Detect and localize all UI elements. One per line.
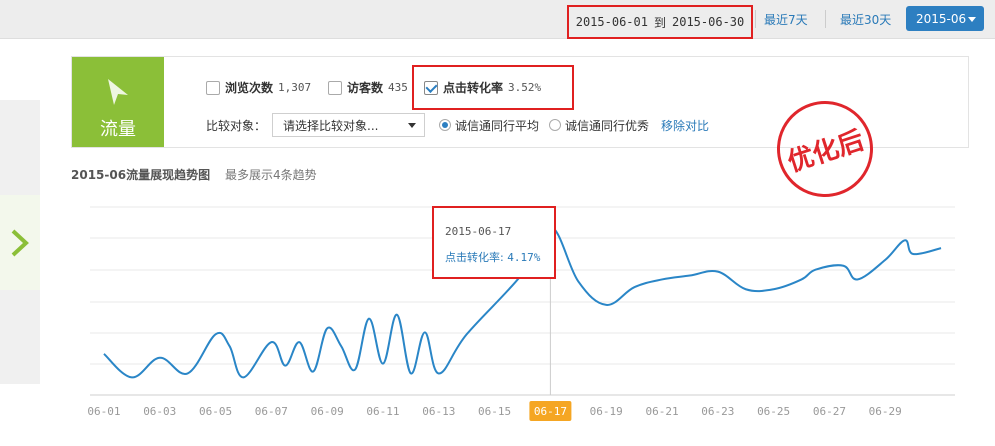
- tooltip-value-row: 点击转化率: 4.17%: [445, 249, 540, 265]
- x-tick-label: 06-21: [645, 405, 678, 418]
- x-tick-label: 06-09: [311, 405, 344, 418]
- tooltip-label: 点击转化率:: [445, 251, 504, 264]
- x-tick-label: 06-05: [199, 405, 232, 418]
- tooltip-date: 2015-06-17: [445, 225, 512, 238]
- x-tick-label: 06-07: [255, 405, 288, 418]
- x-tick-label: 06-27: [813, 405, 846, 418]
- chart-tooltip: 2015-06-17 点击转化率: 4.17%: [432, 206, 556, 279]
- tooltip-value: 4.17%: [507, 251, 541, 264]
- x-tick-label: 06-19: [590, 405, 623, 418]
- x-tick-label: 06-03: [143, 405, 176, 418]
- x-tick-label: 06-17: [534, 405, 567, 418]
- x-tick-label: 06-23: [701, 405, 734, 418]
- x-tick-label: 06-15: [478, 405, 511, 418]
- x-tick-label: 06-01: [87, 405, 120, 418]
- x-tick-label: 06-13: [422, 405, 455, 418]
- x-tick-label: 06-29: [869, 405, 902, 418]
- x-tick-label: 06-25: [757, 405, 790, 418]
- x-tick-label: 06-11: [366, 405, 399, 418]
